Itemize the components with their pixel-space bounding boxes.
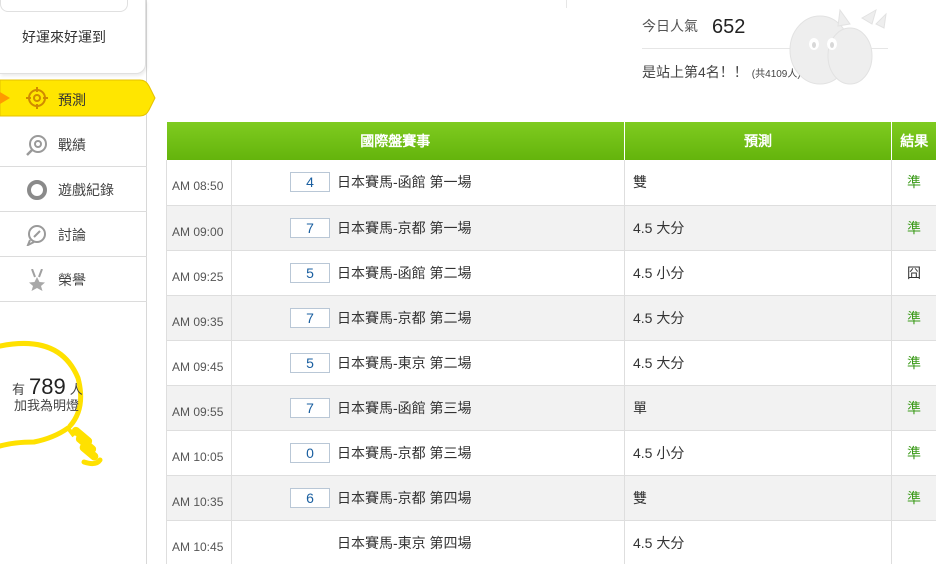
- right-edge: [936, 122, 940, 564]
- row-result: [891, 520, 937, 564]
- mascot-watermark: [789, 8, 887, 85]
- table-row[interactable]: AM 09:00 7 日本賽馬-京都 第一場 4.5 大分準: [166, 205, 937, 251]
- row-event: 日本賽馬-東京 第四場: [231, 520, 625, 564]
- sidebar-nav: 預測 戰績 遊戲紀錄 討論 榮譽: [0, 78, 156, 302]
- row-number-box: 4: [290, 172, 330, 193]
- row-prediction: 單: [624, 385, 892, 431]
- sidebar-item-label: 榮譽: [58, 272, 86, 288]
- row-number-box: 7: [290, 217, 330, 238]
- row-event: 5 日本賽馬-東京 第二場: [231, 340, 625, 386]
- row-prediction: 4.5 大分: [624, 520, 892, 564]
- profile-card-tab: [0, 0, 128, 12]
- row-event: 4 日本賽馬-函館 第一場: [231, 160, 625, 206]
- sidebar-item-record[interactable]: 戰績: [0, 122, 147, 167]
- row-prediction: 4.5 大分: [624, 205, 892, 251]
- circle-icon: [27, 180, 47, 200]
- row-prediction: 4.5 小分: [624, 430, 892, 476]
- table-row[interactable]: AM 09:25 5 日本賽馬-函館 第二場 4.5 小分囧: [166, 250, 937, 296]
- row-time: AM 09:45: [166, 340, 232, 386]
- column-header-event: 國際盤賽事: [166, 122, 625, 160]
- row-result: 準: [891, 385, 937, 431]
- row-number-box: 7: [290, 307, 330, 328]
- row-time: AM 10:05: [166, 430, 232, 476]
- row-event-name: 日本賽馬-京都 第二場: [337, 309, 472, 326]
- row-time: AM 10:35: [166, 475, 232, 521]
- target-icon: [26, 87, 48, 109]
- row-time: AM 08:50: [166, 160, 232, 206]
- row-event: 6 日本賽馬-京都 第四場: [231, 475, 625, 521]
- sidebar-item-game-history[interactable]: 遊戲紀錄: [0, 167, 147, 212]
- row-event-name: 日本賽馬-京都 第四場: [337, 489, 472, 506]
- medal-icon: [29, 269, 45, 291]
- row-prediction: 4.5 小分: [624, 250, 892, 296]
- sidebar-item-discussion[interactable]: 討論: [0, 212, 147, 257]
- row-result: 準: [891, 160, 937, 206]
- row-event-name: 日本賽馬-東京 第四場: [337, 534, 472, 551]
- row-event-name: 日本賽馬-函館 第二場: [337, 264, 472, 281]
- table-row[interactable]: AM 10:05 0 日本賽馬-京都 第三場 4.5 小分準: [166, 430, 937, 476]
- row-number-box: [290, 533, 330, 553]
- row-time: AM 09:00: [166, 205, 232, 251]
- row-number-box: 5: [290, 262, 330, 283]
- sidebar-item-label: 討論: [58, 227, 86, 243]
- sidebar: 好運來好運到 預測 戰績 遊戲紀錄 討論 榮譽 有 789 人 加我為明燈: [0, 0, 156, 564]
- row-time: AM 10:45: [166, 520, 232, 564]
- row-event-name: 日本賽馬-京都 第一場: [337, 219, 472, 236]
- row-result: 囧: [891, 250, 937, 296]
- row-event: 7 日本賽馬-京都 第二場: [231, 295, 625, 341]
- row-result: 準: [891, 475, 937, 521]
- row-event-name: 日本賽馬-京都 第三場: [337, 444, 472, 461]
- popularity-count: 652: [712, 16, 746, 38]
- profile-card: 好運來好運到: [0, 0, 146, 74]
- table-row[interactable]: AM 10:45 日本賽馬-東京 第四場 4.5 大分: [166, 520, 937, 564]
- column-header-prediction: 預測: [624, 122, 892, 160]
- rank-text: 是站上第4名！！: [642, 64, 748, 80]
- row-event: 5 日本賽馬-函館 第二場: [231, 250, 625, 296]
- header-divider: [566, 0, 567, 8]
- discussion-icon: [26, 225, 46, 246]
- column-header-result: 結果: [891, 122, 937, 160]
- record-icon: [26, 135, 47, 156]
- profile-slogan: 好運來好運到: [22, 29, 106, 45]
- sidebar-item-label: 遊戲紀錄: [58, 182, 114, 198]
- row-result: 準: [891, 295, 937, 341]
- row-prediction: 4.5 大分: [624, 340, 892, 386]
- row-event: 7 日本賽馬-京都 第一場: [231, 205, 625, 251]
- row-event-name: 日本賽馬-函館 第三場: [337, 399, 472, 416]
- popularity-label: 今日人氣: [642, 18, 698, 34]
- table-row[interactable]: AM 08:50 4 日本賽馬-函館 第一場 雙準: [166, 160, 937, 206]
- sidebar-item-honor[interactable]: 榮譽: [0, 257, 147, 302]
- row-event: 0 日本賽馬-京都 第三場: [231, 430, 625, 476]
- rank-stat: 是站上第4名！！ (共4109人): [642, 62, 801, 82]
- row-prediction: 4.5 大分: [624, 295, 892, 341]
- table-header-row: 國際盤賽事 預測 結果: [166, 122, 937, 160]
- add-as-light-link[interactable]: 加我為明燈: [14, 395, 79, 414]
- prediction-table: 國際盤賽事 預測 結果 AM 08:50 4 日本賽馬-函館 第一場雙準 AM 09:…: [166, 122, 937, 564]
- row-event-name: 日本賽馬-東京 第二場: [337, 354, 472, 371]
- table-row[interactable]: AM 10:35 6 日本賽馬-京都 第四場 雙準: [166, 475, 937, 521]
- row-result: 準: [891, 205, 937, 251]
- row-number-box: 0: [290, 442, 330, 463]
- table-row[interactable]: AM 09:45 5 日本賽馬-東京 第二場 4.5 大分準: [166, 340, 937, 386]
- row-number-box: 6: [290, 487, 330, 508]
- row-time: AM 09:35: [166, 295, 232, 341]
- table-row[interactable]: AM 09:55 7 日本賽馬-函館 第三場 單準: [166, 385, 937, 431]
- popularity-stat: 今日人氣 652: [642, 16, 745, 39]
- table-row[interactable]: AM 09:35 7 日本賽馬-京都 第二場 4.5 大分準: [166, 295, 937, 341]
- row-event-name: 日本賽馬-函館 第一場: [337, 174, 472, 191]
- sidebar-item-label: 戰績: [58, 137, 86, 153]
- row-prediction: 雙: [624, 475, 892, 521]
- row-result: 準: [891, 340, 937, 386]
- row-number-box: 5: [290, 352, 330, 373]
- row-number-box: 7: [290, 397, 330, 418]
- row-prediction: 雙: [624, 160, 892, 206]
- sidebar-item-label: 預測: [58, 92, 86, 108]
- row-time: AM 09:25: [166, 250, 232, 296]
- sidebar-item-prediction[interactable]: 預測: [0, 78, 156, 119]
- row-event: 7 日本賽馬-函館 第三場: [231, 385, 625, 431]
- fans-widget[interactable]: 有 789 人 加我為明燈: [0, 338, 110, 478]
- row-result: 準: [891, 430, 937, 476]
- row-time: AM 09:55: [166, 385, 232, 431]
